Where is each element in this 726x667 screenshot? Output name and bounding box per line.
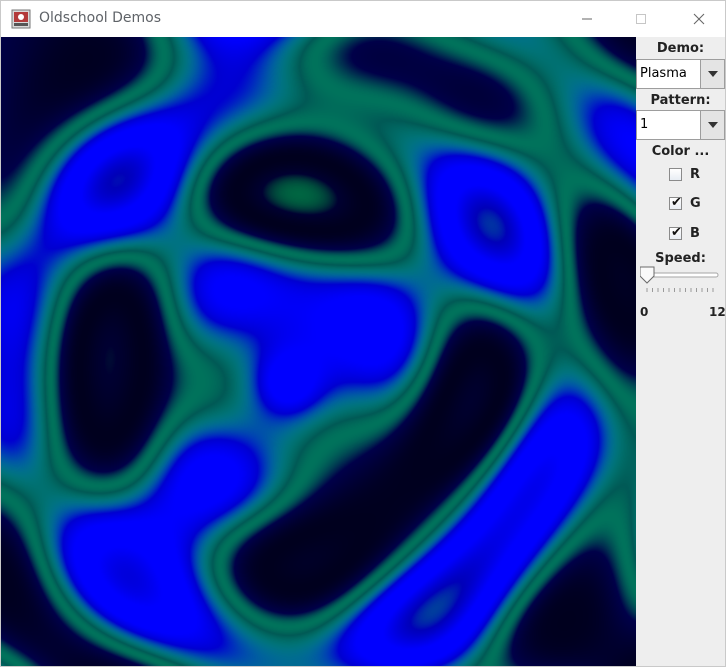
demo-dropdown-button[interactable] — [700, 60, 724, 88]
chevron-down-icon — [707, 122, 718, 128]
demo-select[interactable]: Plasma — [636, 59, 725, 89]
pattern-select-value: 1 — [640, 117, 649, 132]
speed-label: Speed: — [655, 251, 706, 266]
checkbox-b-box[interactable]: ✔ — [669, 225, 682, 240]
checkbox-r[interactable]: R — [669, 167, 719, 187]
maximize-icon — [636, 14, 646, 24]
app-icon — [11, 9, 31, 29]
control-panel: Demo: Plasma Pattern: 1 Color ... R ✔ G … — [636, 37, 725, 666]
app-window: Oldschool Demos Demo: Plasma Pattern: 1 … — [0, 0, 726, 667]
checkbox-g-label: G — [690, 196, 701, 211]
checkbox-b-label: B — [690, 226, 700, 241]
minimize-button[interactable] — [561, 1, 613, 37]
title-bar[interactable]: Oldschool Demos — [1, 1, 725, 37]
checkbox-g[interactable]: ✔ G — [669, 195, 719, 216]
close-button[interactable] — [673, 1, 725, 37]
window-title: Oldschool Demos — [39, 10, 162, 26]
demo-select-value: Plasma — [640, 66, 687, 81]
pattern-dropdown-button[interactable] — [700, 111, 724, 139]
close-icon — [693, 13, 705, 25]
slider-thumb[interactable] — [640, 266, 655, 284]
color-label: Color ... — [651, 144, 710, 159]
checkbox-b[interactable]: ✔ B — [669, 225, 719, 246]
check-mark-icon: ✔ — [671, 195, 682, 210]
minimize-icon — [582, 18, 592, 20]
chevron-down-icon — [707, 71, 718, 77]
speed-slider[interactable] — [640, 265, 720, 299]
speed-max-label: 12 — [709, 305, 726, 319]
checkbox-r-box[interactable] — [669, 168, 682, 181]
demo-label: Demo: — [656, 41, 705, 56]
checkbox-g-box[interactable]: ✔ — [669, 195, 682, 210]
plasma-canvas — [1, 37, 636, 666]
pattern-label: Pattern: — [650, 93, 711, 108]
speed-min-label: 0 — [640, 305, 649, 319]
pattern-select[interactable]: 1 — [636, 110, 725, 140]
check-mark-icon: ✔ — [671, 225, 682, 240]
checkbox-r-label: R — [690, 167, 701, 182]
slider-ticks — [646, 288, 714, 292]
maximize-button[interactable] — [615, 1, 667, 37]
